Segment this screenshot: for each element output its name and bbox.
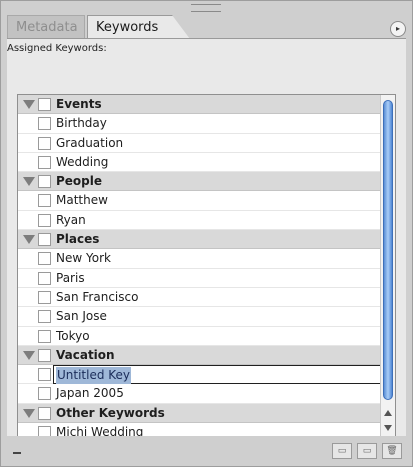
keyword-checkbox[interactable] — [38, 98, 51, 111]
disclosure-triangle-icon[interactable] — [23, 235, 35, 245]
keyword-row[interactable]: Graduation — [18, 134, 395, 153]
keyword-checkbox[interactable] — [38, 368, 51, 382]
keyword-checkbox[interactable] — [38, 329, 51, 343]
keyword-group-label: Places — [56, 232, 100, 247]
panel-drag-grip[interactable] — [191, 4, 221, 12]
keyword-checkbox[interactable] — [38, 252, 51, 266]
keyword-row[interactable]: San Francisco — [18, 288, 395, 308]
keyword-checkbox[interactable] — [38, 213, 51, 227]
keyword-rows: Events Birthday Graduation Wedding People Mat… — [18, 95, 395, 442]
keyword-checkbox[interactable] — [38, 136, 51, 150]
disclosure-triangle-icon[interactable] — [23, 350, 35, 360]
keyword-group-row[interactable]: Vacation — [18, 345, 395, 366]
keyword-label: San Jose — [56, 309, 107, 324]
delete-keyword-button[interactable]: 🗑 — [382, 443, 402, 459]
keyword-row[interactable]: New York — [18, 249, 395, 269]
keyword-label: Graduation — [56, 135, 124, 150]
keyword-label: Paris — [56, 270, 85, 285]
scrollbar[interactable] — [380, 95, 395, 442]
new-sub-keyword-button[interactable]: ▭ — [357, 443, 377, 459]
keyword-checkbox[interactable] — [38, 310, 51, 324]
tab-keywords[interactable]: Keywords — [87, 15, 190, 39]
keyword-checkbox[interactable] — [38, 194, 51, 208]
tab-metadata[interactable]: Metadata — [7, 15, 85, 38]
disclosure-triangle-icon[interactable] — [23, 100, 35, 109]
keyword-checkbox[interactable] — [38, 117, 51, 131]
scrollbar-thumb[interactable] — [383, 100, 393, 400]
panel-tabs: Metadata Keywords — [7, 15, 406, 39]
keyword-label: Birthday — [56, 116, 107, 131]
keyword-row[interactable]: Untitled Key — [18, 365, 395, 385]
keyword-checkbox[interactable] — [38, 233, 51, 247]
selected-text: Untitled Key — [56, 367, 132, 385]
keyword-checkbox[interactable] — [38, 387, 51, 401]
keyword-row[interactable]: Matthew — [18, 191, 395, 211]
keyword-label: New York — [56, 251, 111, 266]
keyword-group-row[interactable]: People — [18, 172, 395, 192]
panel-menu-icon[interactable]: ▸ — [390, 21, 406, 37]
disclosure-triangle-icon[interactable] — [23, 177, 35, 187]
scroll-down-icon[interactable] — [384, 425, 392, 431]
keyword-checkbox[interactable] — [38, 271, 51, 285]
keyword-row[interactable]: San Jose — [18, 307, 395, 327]
keyword-group-row[interactable]: Other Keywords — [18, 403, 395, 424]
keyword-row[interactable]: Japan 2005 — [18, 384, 395, 404]
keyword-group-row[interactable]: Places — [18, 230, 395, 250]
keyword-list: Events Birthday Graduation Wedding People Mat… — [17, 94, 396, 443]
keyword-checkbox[interactable] — [38, 348, 51, 362]
keyword-group-row[interactable]: Events — [18, 95, 395, 115]
collapse-icon[interactable] — [13, 452, 21, 454]
keyword-label: Matthew — [56, 193, 108, 208]
new-keyword-button[interactable]: ▭ — [332, 443, 352, 459]
keyword-group-label: People — [56, 174, 103, 189]
disclosure-triangle-icon[interactable] — [23, 408, 35, 418]
keyword-row[interactable]: Paris — [18, 269, 395, 288]
keyword-row[interactable]: Birthday — [18, 114, 395, 134]
keyword-name-input[interactable]: Untitled Key — [53, 365, 389, 385]
scroll-up-icon[interactable] — [384, 410, 392, 416]
keywords-panel: Metadata Keywords ▸ Assigned Keywords: E… — [0, 0, 413, 467]
keyword-label: Tokyo — [56, 328, 90, 343]
keyword-checkbox[interactable] — [38, 155, 51, 169]
keyword-checkbox[interactable] — [38, 290, 51, 304]
keyword-label: Ryan — [56, 212, 86, 227]
keyword-checkbox[interactable] — [38, 175, 51, 189]
keyword-row[interactable]: Ryan — [18, 211, 395, 231]
assigned-keywords-label: Assigned Keywords: — [7, 43, 107, 54]
keyword-label: Japan 2005 — [56, 386, 124, 401]
keyword-label: San Francisco — [56, 289, 139, 304]
keyword-label: Wedding — [56, 154, 109, 169]
keyword-group-label: Other Keywords — [56, 405, 165, 420]
keyword-row[interactable]: Tokyo — [18, 327, 395, 346]
keyword-group-label: Events — [56, 97, 102, 111]
keyword-row[interactable]: Wedding — [18, 153, 395, 173]
keyword-checkbox[interactable] — [38, 406, 51, 420]
panel-bottom-bar: ▭ ▭ 🗑 — [1, 436, 412, 466]
keyword-group-label: Vacation — [56, 347, 115, 362]
